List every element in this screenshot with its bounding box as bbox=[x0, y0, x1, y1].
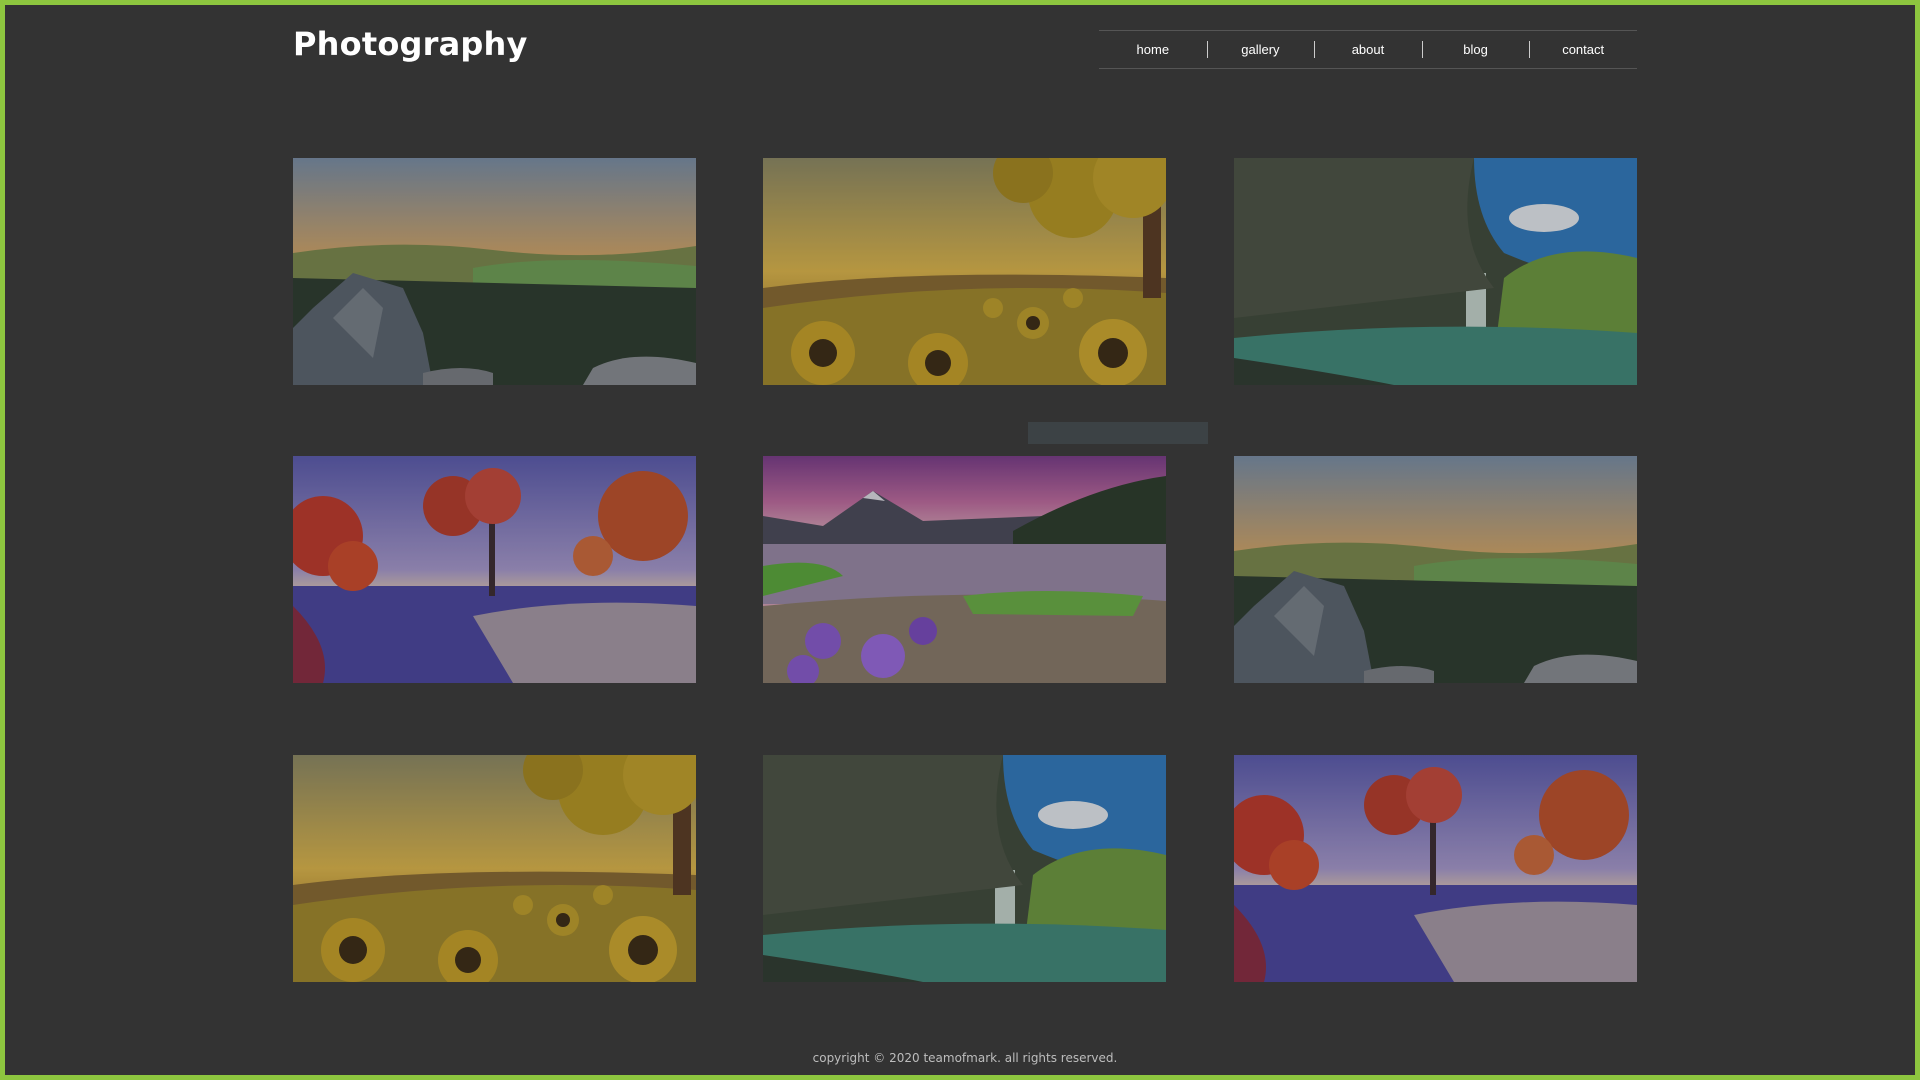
nav-item-contact[interactable]: contact bbox=[1529, 31, 1637, 68]
nav-item-home[interactable]: home bbox=[1099, 31, 1207, 68]
gallery-photo-sunflowers-2[interactable] bbox=[293, 755, 696, 982]
page-frame: Photography home gallery about blog cont… bbox=[0, 0, 1920, 1080]
gallery-photo-sunset-rocks-2[interactable] bbox=[1234, 456, 1637, 683]
nav-item-blog[interactable]: blog bbox=[1421, 31, 1530, 68]
gallery-photo-autumn-lake-2[interactable] bbox=[1234, 755, 1637, 982]
faded-tooltip-overlay bbox=[1028, 422, 1208, 444]
gallery-photo-mountain-lake[interactable] bbox=[763, 456, 1166, 683]
site-title[interactable]: Photography bbox=[293, 25, 528, 63]
gallery-photo-sunset-rocks[interactable] bbox=[293, 158, 696, 385]
gallery-photo-cave-waterfall-2[interactable] bbox=[763, 755, 1166, 982]
nav-item-about[interactable]: about bbox=[1314, 31, 1422, 68]
gallery-photo-cave-waterfall[interactable] bbox=[1234, 158, 1637, 385]
gallery-photo-autumn-lake[interactable] bbox=[293, 456, 696, 683]
gallery-photo-sunflowers[interactable] bbox=[763, 158, 1166, 385]
footer-copyright: copyright © 2020 teamofmark. all rights … bbox=[812, 1051, 1118, 1065]
nav-item-gallery[interactable]: gallery bbox=[1206, 31, 1315, 68]
main-nav: home gallery about blog contact bbox=[1099, 30, 1637, 69]
